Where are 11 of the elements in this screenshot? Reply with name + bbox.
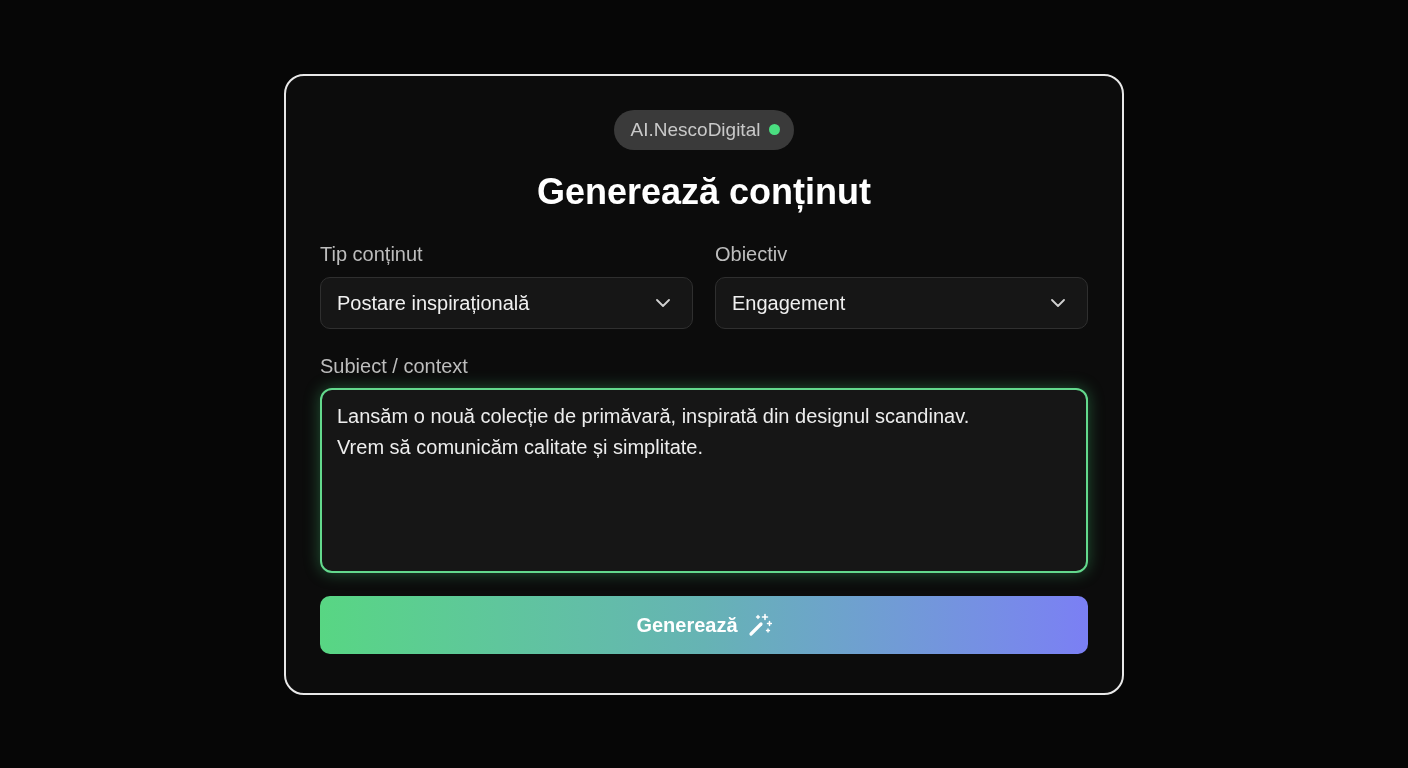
magic-wand-icon [747, 612, 772, 637]
field-label: Subiect / context [320, 353, 469, 378]
chevron-down-icon [1051, 298, 1065, 307]
chevron-down-icon [656, 298, 670, 307]
select-dropdown[interactable]: Engagement [715, 276, 1088, 329]
form-title: Generează conținut [535, 169, 873, 214]
select-dropdown[interactable]: Postare inspirațională [320, 276, 693, 329]
context-textarea[interactable]: Lansăm o nouă colecție de primăvară, inspirată din designul scandinav. Vrem să comunicăm calitate și simplitate. [320, 387, 1088, 573]
field-label: Tip conținut [320, 241, 424, 266]
brand-name: AI.NescoDigital [630, 117, 761, 142]
field-label: Obiectiv [715, 241, 789, 266]
